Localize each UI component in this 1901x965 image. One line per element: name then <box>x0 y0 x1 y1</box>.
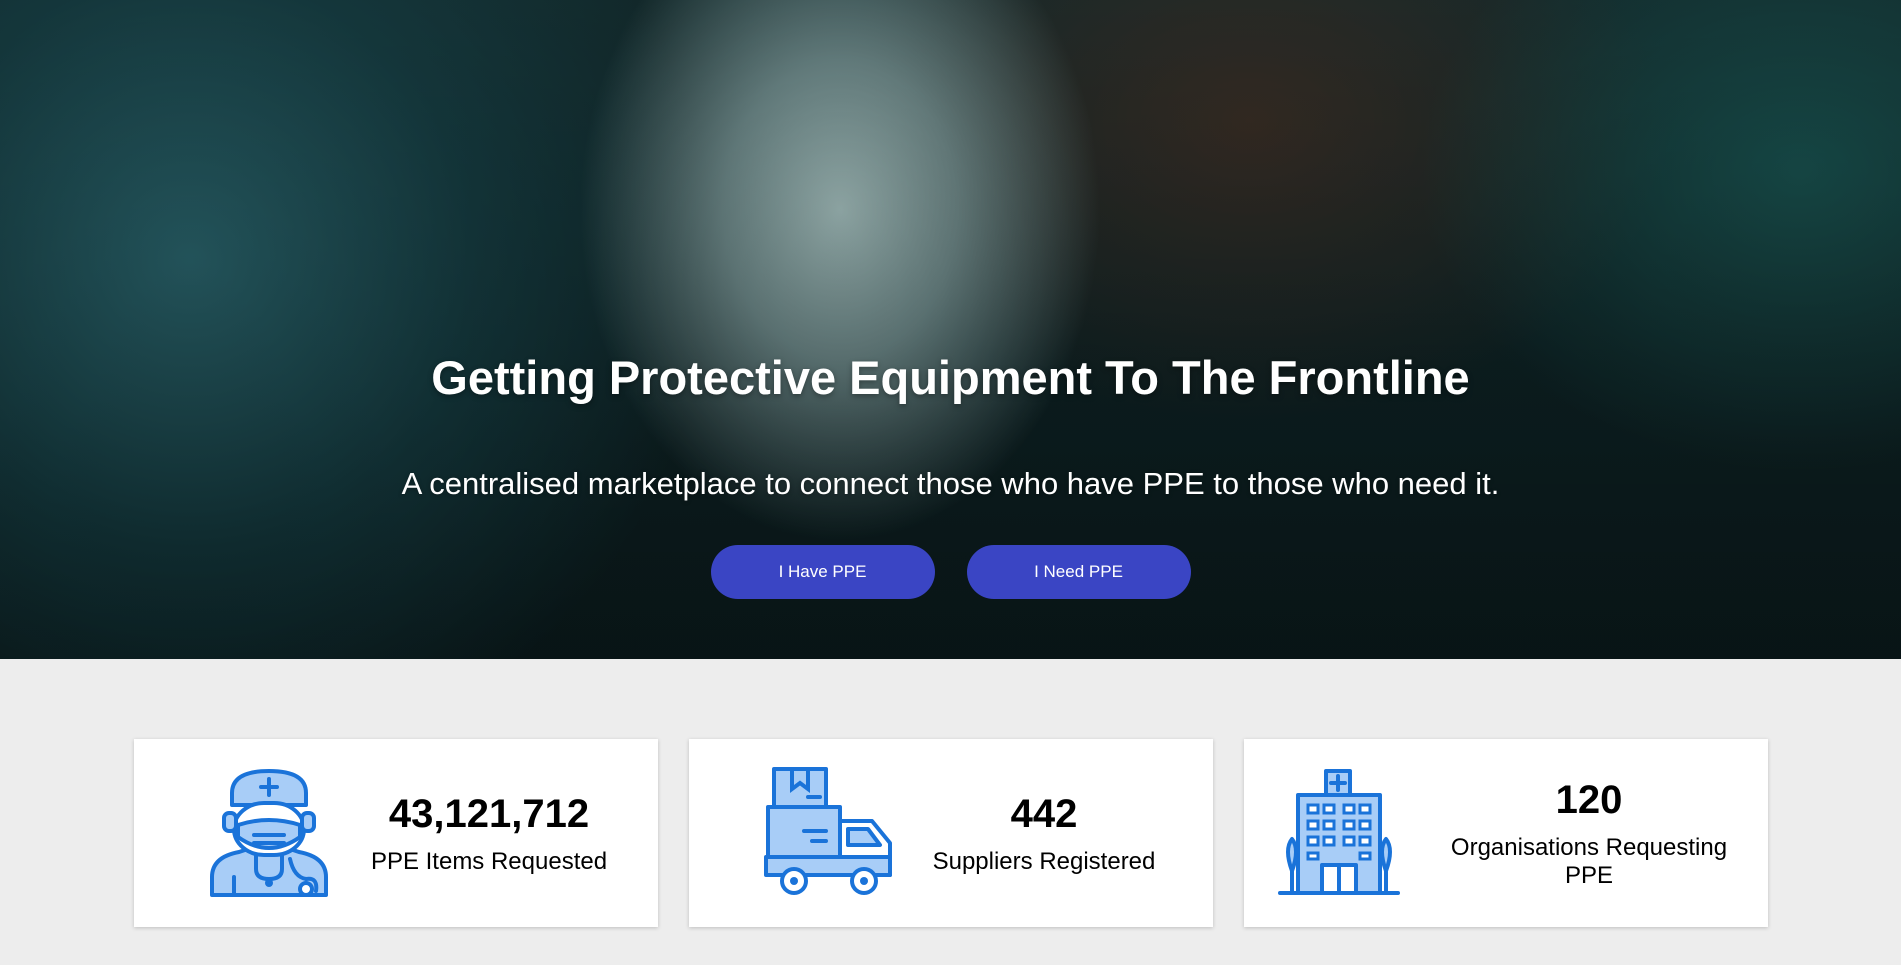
hero-subtitle: A centralised marketplace to connect tho… <box>401 466 1500 501</box>
stat-text: 442 Suppliers Registered <box>899 739 1189 927</box>
organisations-count: 120 <box>1555 778 1623 822</box>
i-have-ppe-button[interactable]: I Have PPE <box>710 545 935 599</box>
hero-banner: Getting Protective Equipment To The Fron… <box>0 0 1901 659</box>
stat-card-organisations: 120 Organisations Requesting PPE <box>1244 739 1768 927</box>
stat-card-ppe-items: 43,121,712 PPE Items Requested <box>134 739 658 927</box>
organisations-label: Organisations Requesting PPE <box>1450 834 1728 889</box>
ppe-items-label: PPE Items Requested <box>370 848 608 875</box>
stat-card-suppliers: 442 Suppliers Registered <box>689 739 1213 927</box>
hero-actions: I Have PPE I Need PPE <box>0 545 1901 599</box>
suppliers-label: Suppliers Registered <box>932 848 1156 875</box>
medical-worker-icon <box>210 769 328 897</box>
stat-text: 120 Organisations Requesting PPE <box>1434 739 1744 927</box>
ppe-items-count: 43,121,712 <box>388 792 590 836</box>
hero-title: Getting Protective Equipment To The Fron… <box>431 351 1470 404</box>
hero-content: Getting Protective Equipment To The Fron… <box>0 0 1901 659</box>
i-need-ppe-button[interactable]: I Need PPE <box>966 545 1191 599</box>
delivery-truck-icon <box>764 767 892 895</box>
stat-text: 43,121,712 PPE Items Requested <box>344 739 634 927</box>
suppliers-count: 442 <box>1010 792 1078 836</box>
stats-section: 43,121,712 PPE Items Requested 442 Suppl… <box>134 739 1768 927</box>
hospital-icon <box>1278 769 1400 895</box>
